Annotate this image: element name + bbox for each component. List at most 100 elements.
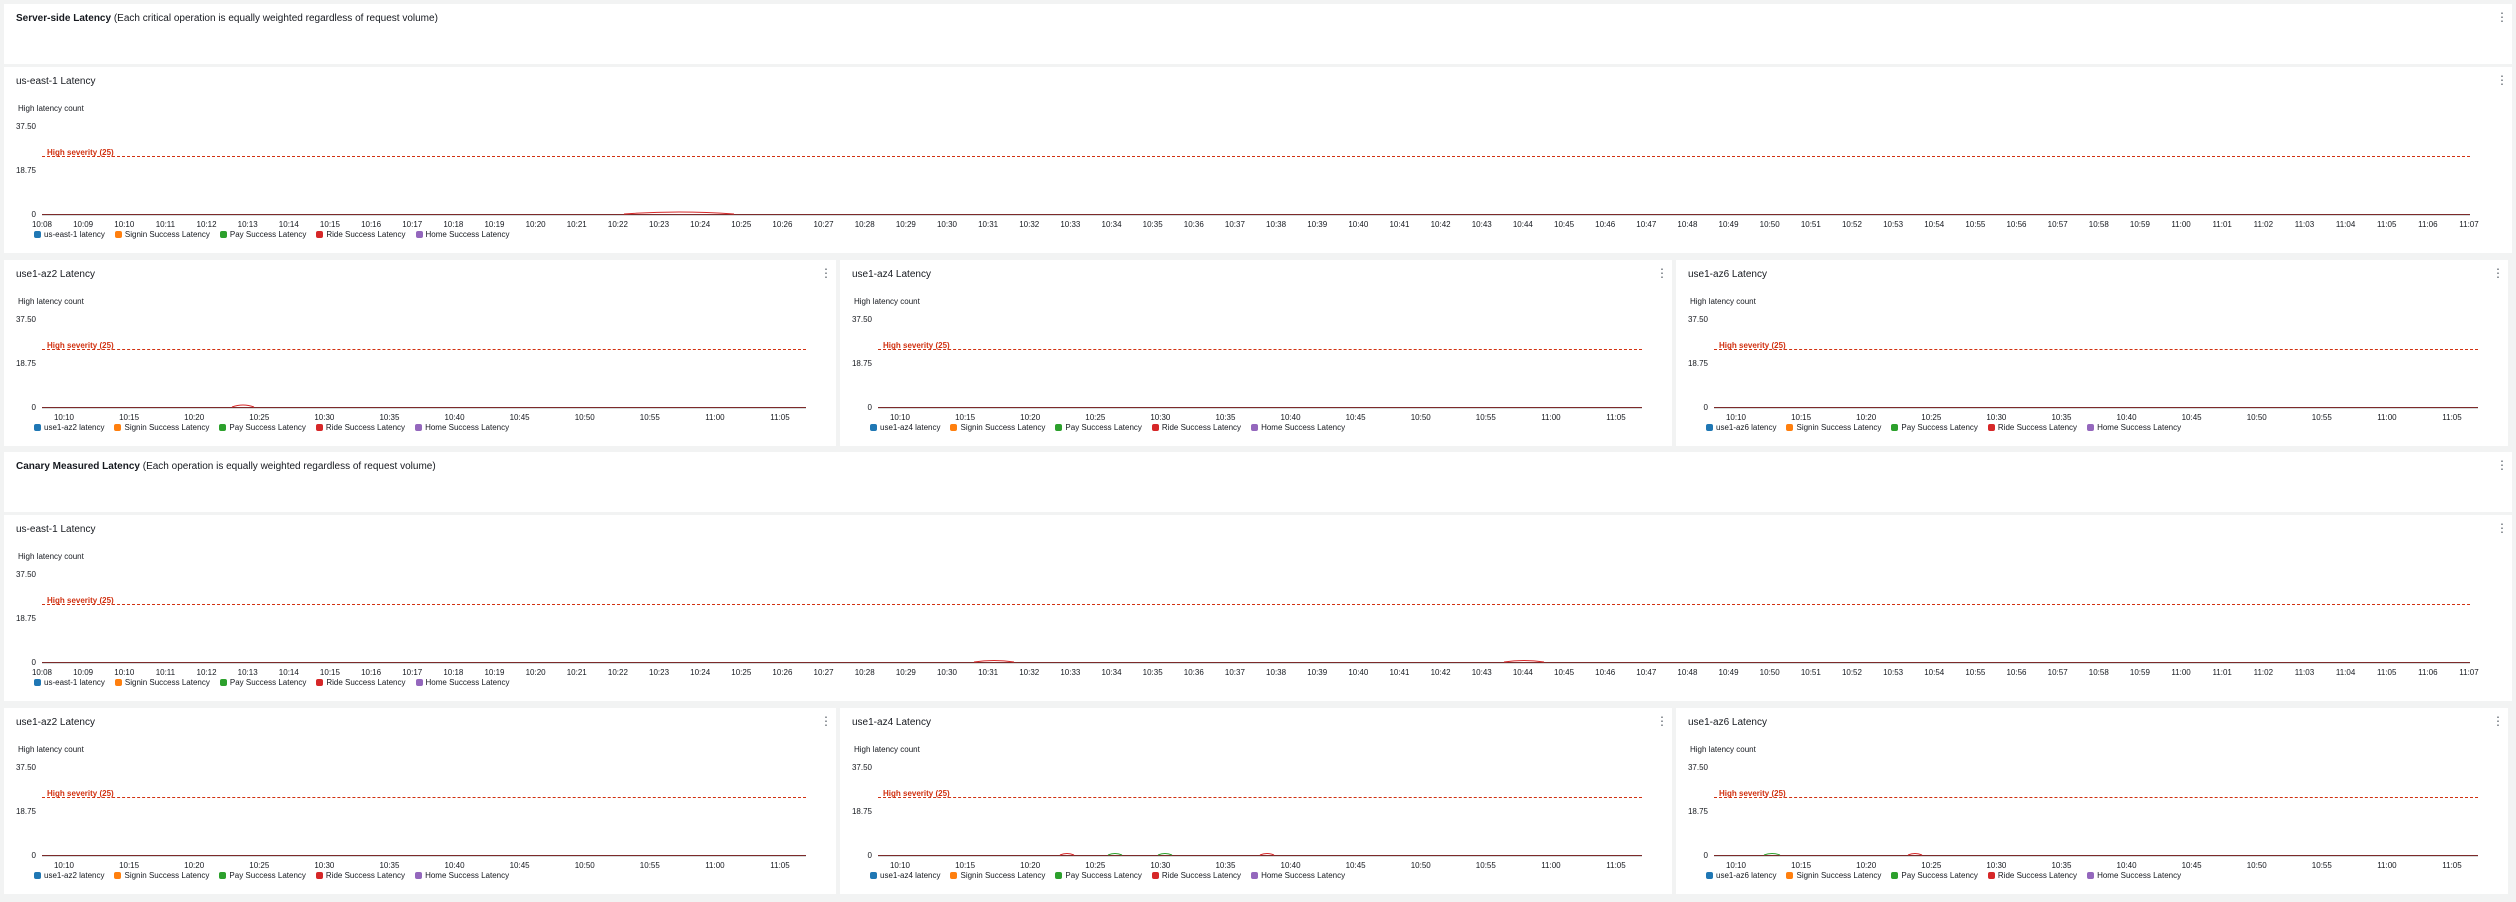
server-az2-latency-panel: use1-az2 Latency ⋮ High latency count 37.50… [4, 260, 836, 446]
legend-item[interactable]: Home Success Latency [2087, 871, 2181, 880]
legend-swatch [34, 424, 41, 431]
legend-item[interactable]: use1-az2 latency [34, 871, 104, 880]
legend-swatch [1151, 424, 1159, 431]
section-title: Server-side Latency (Each critical opera… [16, 13, 438, 24]
legend-swatch [415, 872, 423, 879]
legend-label: Home Success Latency [425, 423, 510, 432]
chart-legend: use1-az6 latency Signin Success Latency Pa… [1706, 871, 2181, 880]
server-az6-latency-panel: use1-az6 Latency ⋮ High latency count 37.50… [1676, 260, 2508, 446]
legend-label: Signin Success Latency [124, 230, 210, 239]
legend-item[interactable]: Home Success Latency [1251, 423, 1345, 432]
legend-item[interactable]: Signin Success Latency [114, 423, 209, 432]
legend-label: Home Success Latency [1261, 871, 1346, 880]
legend-item[interactable]: Signin Success Latency [950, 423, 1045, 432]
legend-swatch [1891, 424, 1899, 431]
series-line [1157, 853, 1173, 856]
series-line [973, 660, 1015, 663]
legend-swatch [316, 231, 324, 238]
legend-item[interactable]: Pay Success Latency [219, 423, 306, 432]
legend-item[interactable]: Home Success Latency [415, 871, 509, 880]
legend-item[interactable]: Pay Success Latency [1891, 871, 1978, 880]
legend-label: Pay Success Latency [1901, 423, 1978, 432]
legend-swatch [1786, 872, 1794, 879]
legend-item[interactable]: Ride Success Latency [1987, 423, 2078, 432]
legend-item[interactable]: Signin Success Latency [1786, 871, 1881, 880]
legend-item[interactable]: Ride Success Latency [316, 230, 406, 239]
legend-label: Ride Success Latency [325, 871, 406, 880]
legend-item[interactable]: us-east-1 latency [34, 230, 105, 239]
series-bumps [1059, 853, 1275, 856]
legend-label: Ride Success Latency [1997, 423, 2078, 432]
legend-swatch [1891, 872, 1899, 879]
canary-az4-latency-panel: use1-az4 Latency ⋮ High latency count 37.50… [840, 708, 1672, 894]
legend-swatch [114, 424, 122, 431]
legend-item[interactable]: Pay Success Latency [219, 871, 306, 880]
legend-item[interactable]: Home Success Latency [415, 423, 509, 432]
legend-swatch [950, 872, 958, 879]
legend-item[interactable]: Ride Success Latency [316, 678, 406, 687]
legend-item[interactable]: Home Success Latency [415, 230, 510, 239]
chart-legend: use1-az4 latency Signin Success Latency Pa… [870, 423, 1345, 432]
legend-swatch [950, 424, 958, 431]
legend-label: Home Success Latency [425, 678, 510, 687]
legend-swatch [34, 679, 41, 686]
series-line [623, 211, 735, 215]
legend-item[interactable]: use1-az6 latency [1706, 871, 1776, 880]
legend-item[interactable]: Pay Success Latency [1055, 871, 1142, 880]
legend-item[interactable]: Ride Success Latency [315, 871, 406, 880]
legend-item[interactable]: Home Success Latency [415, 678, 510, 687]
legend-item[interactable]: use1-az6 latency [1706, 423, 1776, 432]
server-side-section-header: Server-side Latency (Each critical opera… [4, 4, 2512, 64]
legend-label: use1-az6 latency [1716, 423, 1777, 432]
more-actions-icon[interactable]: ⋮ [2496, 11, 2508, 25]
legend-swatch [315, 872, 323, 879]
legend-item[interactable]: Ride Success Latency [1151, 871, 1241, 880]
legend-swatch [114, 872, 122, 879]
legend-swatch [2087, 872, 2095, 879]
series-bumps [4, 708, 836, 894]
legend-label: Home Success Latency [425, 230, 510, 239]
legend-item[interactable]: Home Success Latency [1251, 871, 1345, 880]
chart-legend: use1-az2 latency Signin Success Latency Pa… [34, 871, 509, 880]
chart-legend: us-east-1 latency Signin Success Latency P… [34, 678, 510, 687]
legend-swatch [1987, 424, 1995, 431]
legend-item[interactable]: Pay Success Latency [1055, 423, 1142, 432]
legend-item[interactable]: use1-az2 latency [34, 423, 104, 432]
legend-item[interactable]: us-east-1 latency [34, 678, 105, 687]
legend-label: Signin Success Latency [124, 871, 210, 880]
legend-item[interactable]: use1-az4 latency [870, 871, 940, 880]
legend-item[interactable]: Pay Success Latency [1891, 423, 1978, 432]
series-bumps [973, 660, 1545, 663]
legend-swatch [415, 424, 423, 431]
legend-item[interactable]: Signin Success Latency [1786, 423, 1881, 432]
legend-item[interactable]: use1-az4 latency [870, 423, 940, 432]
canary-section-header: Canary Measured Latency (Each operation … [4, 452, 2512, 512]
legend-item[interactable]: Signin Success Latency [114, 871, 209, 880]
legend-item[interactable]: Pay Success Latency [219, 678, 306, 687]
legend-item[interactable]: Ride Success Latency [315, 423, 406, 432]
legend-item[interactable]: Signin Success Latency [950, 871, 1045, 880]
legend-item[interactable]: Pay Success Latency [219, 230, 306, 239]
series-bumps [1676, 260, 2508, 446]
legend-label: Ride Success Latency [325, 423, 406, 432]
legend-label: Home Success Latency [1261, 423, 1346, 432]
legend-swatch [219, 231, 227, 238]
series-bumps [840, 260, 1672, 446]
series-line [1059, 853, 1075, 856]
legend-label: Signin Success Latency [1796, 871, 1882, 880]
legend-label: Signin Success Latency [1796, 423, 1882, 432]
legend-item[interactable]: Signin Success Latency [114, 230, 210, 239]
legend-item[interactable]: Signin Success Latency [114, 678, 210, 687]
canary-us-east-1-latency-panel: us-east-1 Latency ⋮ High latency count 37.5… [4, 515, 2512, 701]
legend-item[interactable]: Home Success Latency [2087, 423, 2181, 432]
legend-item[interactable]: Ride Success Latency [1151, 423, 1241, 432]
legend-label: use1-az6 latency [1716, 871, 1777, 880]
legend-label: use1-az4 latency [880, 871, 941, 880]
legend-label: Ride Success Latency [326, 678, 406, 687]
legend-label: Ride Success Latency [1997, 871, 2078, 880]
legend-swatch [870, 424, 877, 431]
legend-swatch [1151, 872, 1159, 879]
canary-az6-latency-panel: use1-az6 Latency ⋮ High latency count 37.50… [1676, 708, 2508, 894]
more-actions-icon[interactable]: ⋮ [2496, 459, 2508, 473]
legend-item[interactable]: Ride Success Latency [1987, 871, 2078, 880]
